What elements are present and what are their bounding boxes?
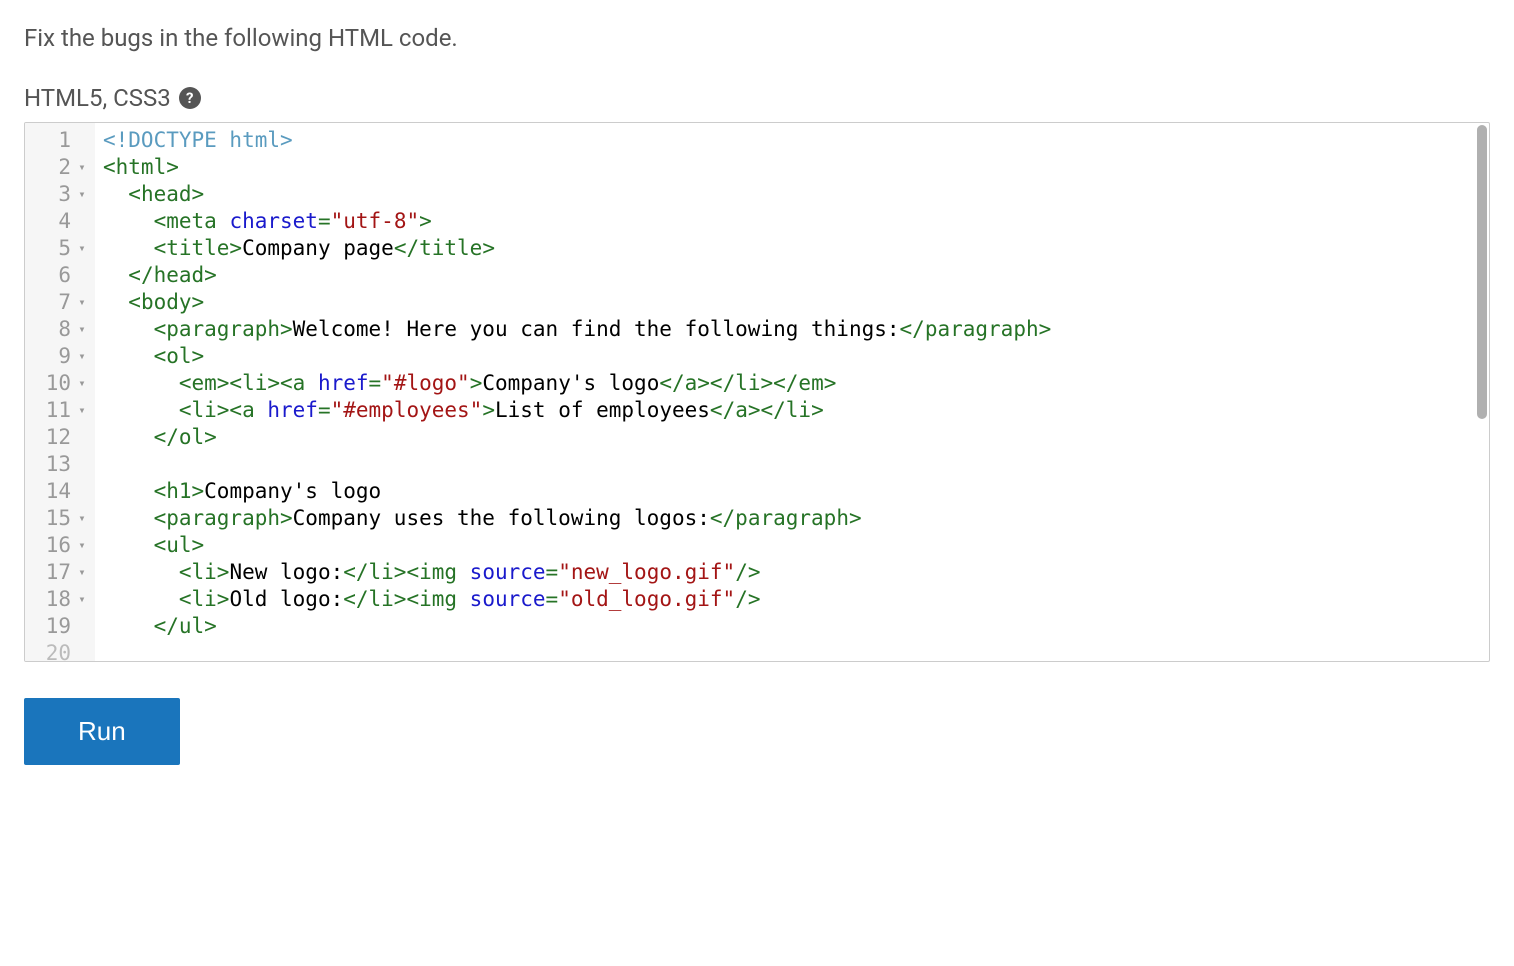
code-line[interactable]: <!DOCTYPE html> — [103, 127, 1489, 154]
line-number: 19 — [39, 613, 71, 640]
gutter-line: 10▾ — [25, 370, 95, 397]
gutter-line: 20 — [25, 640, 95, 662]
code-line[interactable]: <body> — [103, 289, 1489, 316]
code-line[interactable]: <ol> — [103, 343, 1489, 370]
code-line[interactable]: <paragraph>Company uses the following lo… — [103, 505, 1489, 532]
run-button[interactable]: Run — [24, 698, 180, 765]
code-area[interactable]: <!DOCTYPE html><html> <head> <meta chars… — [95, 123, 1489, 661]
gutter-line: 4 — [25, 208, 95, 235]
code-line[interactable]: <head> — [103, 181, 1489, 208]
line-number: 14 — [39, 478, 71, 505]
gutter-line: 12 — [25, 424, 95, 451]
code-line[interactable]: </ul> — [103, 613, 1489, 640]
line-number: 16 — [39, 532, 71, 559]
language-row: HTML5, CSS3 ? — [24, 84, 1490, 112]
code-line[interactable]: </head> — [103, 262, 1489, 289]
code-line[interactable] — [103, 451, 1489, 478]
fold-icon[interactable]: ▾ — [75, 505, 89, 532]
line-number: 10 — [39, 370, 71, 397]
fold-icon[interactable]: ▾ — [75, 181, 89, 208]
fold-icon[interactable]: ▾ — [75, 532, 89, 559]
code-line[interactable]: <h1>Company's logo — [103, 478, 1489, 505]
gutter-line: 19 — [25, 613, 95, 640]
scrollbar-track[interactable] — [1473, 125, 1487, 659]
gutter-line: 16▾ — [25, 532, 95, 559]
line-number: 5 — [39, 235, 71, 262]
code-line[interactable]: <li><a href="#employees">List of employe… — [103, 397, 1489, 424]
fold-icon[interactable]: ▾ — [75, 397, 89, 424]
language-label: HTML5, CSS3 — [24, 84, 171, 112]
gutter-line: 17▾ — [25, 559, 95, 586]
fold-icon[interactable]: ▾ — [75, 289, 89, 316]
fold-icon[interactable]: ▾ — [75, 154, 89, 181]
gutter-line: 9▾ — [25, 343, 95, 370]
code-line[interactable]: <li>Old logo:</li><img source="old_logo.… — [103, 586, 1489, 613]
code-line[interactable] — [103, 640, 1489, 661]
line-number: 4 — [39, 208, 71, 235]
gutter-line: 8▾ — [25, 316, 95, 343]
line-number: 2 — [39, 154, 71, 181]
line-number: 12 — [39, 424, 71, 451]
gutter-line: 14 — [25, 478, 95, 505]
line-number: 9 — [39, 343, 71, 370]
code-line[interactable]: <html> — [103, 154, 1489, 181]
code-editor[interactable]: 12▾3▾45▾67▾8▾9▾10▾11▾12131415▾16▾17▾18▾1… — [24, 122, 1490, 662]
line-number: 20 — [39, 640, 71, 662]
line-number: 17 — [39, 559, 71, 586]
fold-icon[interactable]: ▾ — [75, 235, 89, 262]
instruction-text: Fix the bugs in the following HTML code. — [24, 24, 1490, 52]
line-number: 11 — [39, 397, 71, 424]
fold-icon[interactable]: ▾ — [75, 586, 89, 613]
code-line[interactable]: <title>Company page</title> — [103, 235, 1489, 262]
gutter-line: 6 — [25, 262, 95, 289]
code-line[interactable]: <paragraph>Welcome! Here you can find th… — [103, 316, 1489, 343]
line-number: 6 — [39, 262, 71, 289]
gutter-line: 1 — [25, 127, 95, 154]
scrollbar-thumb[interactable] — [1477, 125, 1487, 419]
gutter-line: 3▾ — [25, 181, 95, 208]
gutter-line: 7▾ — [25, 289, 95, 316]
help-icon[interactable]: ? — [179, 87, 201, 109]
gutter-line: 13 — [25, 451, 95, 478]
code-line[interactable]: <ul> — [103, 532, 1489, 559]
line-number-gutter: 12▾3▾45▾67▾8▾9▾10▾11▾12131415▾16▾17▾18▾1… — [25, 123, 95, 661]
gutter-line: 5▾ — [25, 235, 95, 262]
line-number: 13 — [39, 451, 71, 478]
code-line[interactable]: </ol> — [103, 424, 1489, 451]
gutter-line: 15▾ — [25, 505, 95, 532]
gutter-line: 18▾ — [25, 586, 95, 613]
code-line[interactable]: <em><li><a href="#logo">Company's logo</… — [103, 370, 1489, 397]
gutter-line: 11▾ — [25, 397, 95, 424]
line-number: 7 — [39, 289, 71, 316]
fold-icon[interactable]: ▾ — [75, 559, 89, 586]
fold-icon[interactable]: ▾ — [75, 316, 89, 343]
fold-icon[interactable]: ▾ — [75, 343, 89, 370]
line-number: 15 — [39, 505, 71, 532]
line-number: 1 — [39, 127, 71, 154]
code-line[interactable]: <meta charset="utf-8"> — [103, 208, 1489, 235]
code-line[interactable]: <li>New logo:</li><img source="new_logo.… — [103, 559, 1489, 586]
line-number: 18 — [39, 586, 71, 613]
fold-icon[interactable]: ▾ — [75, 370, 89, 397]
line-number: 8 — [39, 316, 71, 343]
line-number: 3 — [39, 181, 71, 208]
gutter-line: 2▾ — [25, 154, 95, 181]
